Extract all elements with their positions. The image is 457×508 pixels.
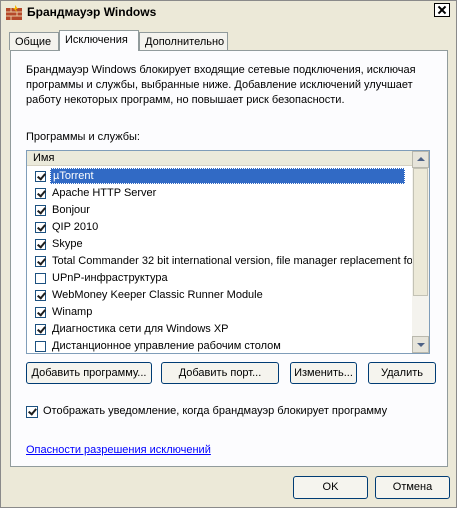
notify-checkbox[interactable] xyxy=(26,406,38,418)
tab-exceptions[interactable]: Исключения xyxy=(59,30,139,51)
list-rows: µTorrent Apache HTTP Server Bonjour QIP 201… xyxy=(27,168,412,353)
list-item-checkbox[interactable] xyxy=(35,273,46,284)
list-item-checkbox[interactable] xyxy=(35,171,46,182)
list-item[interactable]: Winamp xyxy=(27,304,412,321)
programs-label: Программы и службы: xyxy=(26,131,140,143)
firewall-icon xyxy=(6,5,22,20)
exceptions-panel: Брандмауэр Windows блокирует входящие се… xyxy=(10,50,448,467)
list-item-checkbox[interactable] xyxy=(35,188,46,199)
list-item-checkbox[interactable] xyxy=(35,324,46,335)
list-item[interactable]: Total Commander 32 bit international ver… xyxy=(27,253,412,270)
list-item-checkbox[interactable] xyxy=(35,256,46,267)
list-item-label: UPnP-инфраструктура xyxy=(52,272,168,284)
add-program-button[interactable]: Добавить программу... xyxy=(26,362,152,384)
list-item-checkbox[interactable] xyxy=(35,307,46,318)
list-item-label: µTorrent xyxy=(50,168,405,184)
programs-list[interactable]: Имя µTorrent Apache HTTP Server Bonjour QIP… xyxy=(26,150,430,354)
list-item[interactable]: Дистанционное управление рабочим столом xyxy=(27,338,412,353)
list-item-checkbox[interactable] xyxy=(35,222,46,233)
firewall-window: Брандмауэр Windows Общие Исключения Допо… xyxy=(0,0,457,508)
tab-advanced[interactable]: Дополнительно xyxy=(139,32,228,50)
list-item-label: Apache HTTP Server xyxy=(52,187,157,199)
list-item[interactable]: Диагностика сети для Windows XP xyxy=(27,321,412,338)
list-scrollbar[interactable] xyxy=(412,151,429,353)
list-item[interactable]: UPnP-инфраструктура xyxy=(27,270,412,287)
exceptions-risk-link[interactable]: Опасности разрешения исключений xyxy=(26,444,211,456)
description-text: Брандмауэр Windows блокирует входящие се… xyxy=(26,64,416,106)
list-item-label: Winamp xyxy=(52,306,93,318)
list-item[interactable]: Bonjour xyxy=(27,202,412,219)
list-item-label: Bonjour xyxy=(52,204,90,216)
title-bar[interactable]: Брандмауэр Windows xyxy=(1,1,456,24)
close-button[interactable] xyxy=(434,3,450,17)
window-title: Брандмауэр Windows xyxy=(27,5,157,19)
add-port-button[interactable]: Добавить порт... xyxy=(161,362,279,384)
delete-button[interactable]: Удалить xyxy=(368,362,436,384)
notify-label: Отображать уведомление, когда брандмауэр… xyxy=(43,405,388,417)
list-item-checkbox[interactable] xyxy=(35,205,46,216)
list-item-label: Skype xyxy=(52,238,83,250)
scroll-down-arrow-icon[interactable] xyxy=(412,336,429,353)
ok-button[interactable]: OK xyxy=(293,476,368,499)
list-item-label: Диагностика сети для Windows XP xyxy=(52,323,229,335)
list-column-header[interactable]: Имя xyxy=(27,151,412,166)
column-name-label: Имя xyxy=(33,152,55,164)
edit-button[interactable]: Изменить... xyxy=(290,362,357,384)
tab-general[interactable]: Общие xyxy=(9,32,59,50)
list-item-checkbox[interactable] xyxy=(35,290,46,301)
list-item-label: Дистанционное управление рабочим столом xyxy=(52,340,281,352)
list-item-checkbox[interactable] xyxy=(35,239,46,250)
list-item-label: QIP 2010 xyxy=(52,221,99,233)
list-item-label: Total Commander 32 bit international ver… xyxy=(52,255,412,267)
scroll-up-arrow-icon[interactable] xyxy=(412,151,429,168)
scroll-thumb[interactable] xyxy=(413,168,428,296)
list-item[interactable]: Apache HTTP Server xyxy=(27,185,412,202)
list-item-checkbox[interactable] xyxy=(35,341,46,352)
list-item[interactable]: µTorrent xyxy=(27,168,412,185)
list-item[interactable]: WebMoney Keeper Classic Runner Module xyxy=(27,287,412,304)
list-item[interactable]: Skype xyxy=(27,236,412,253)
cancel-button[interactable]: Отмена xyxy=(375,476,450,499)
list-item[interactable]: QIP 2010 xyxy=(27,219,412,236)
list-item-label: WebMoney Keeper Classic Runner Module xyxy=(52,289,263,301)
